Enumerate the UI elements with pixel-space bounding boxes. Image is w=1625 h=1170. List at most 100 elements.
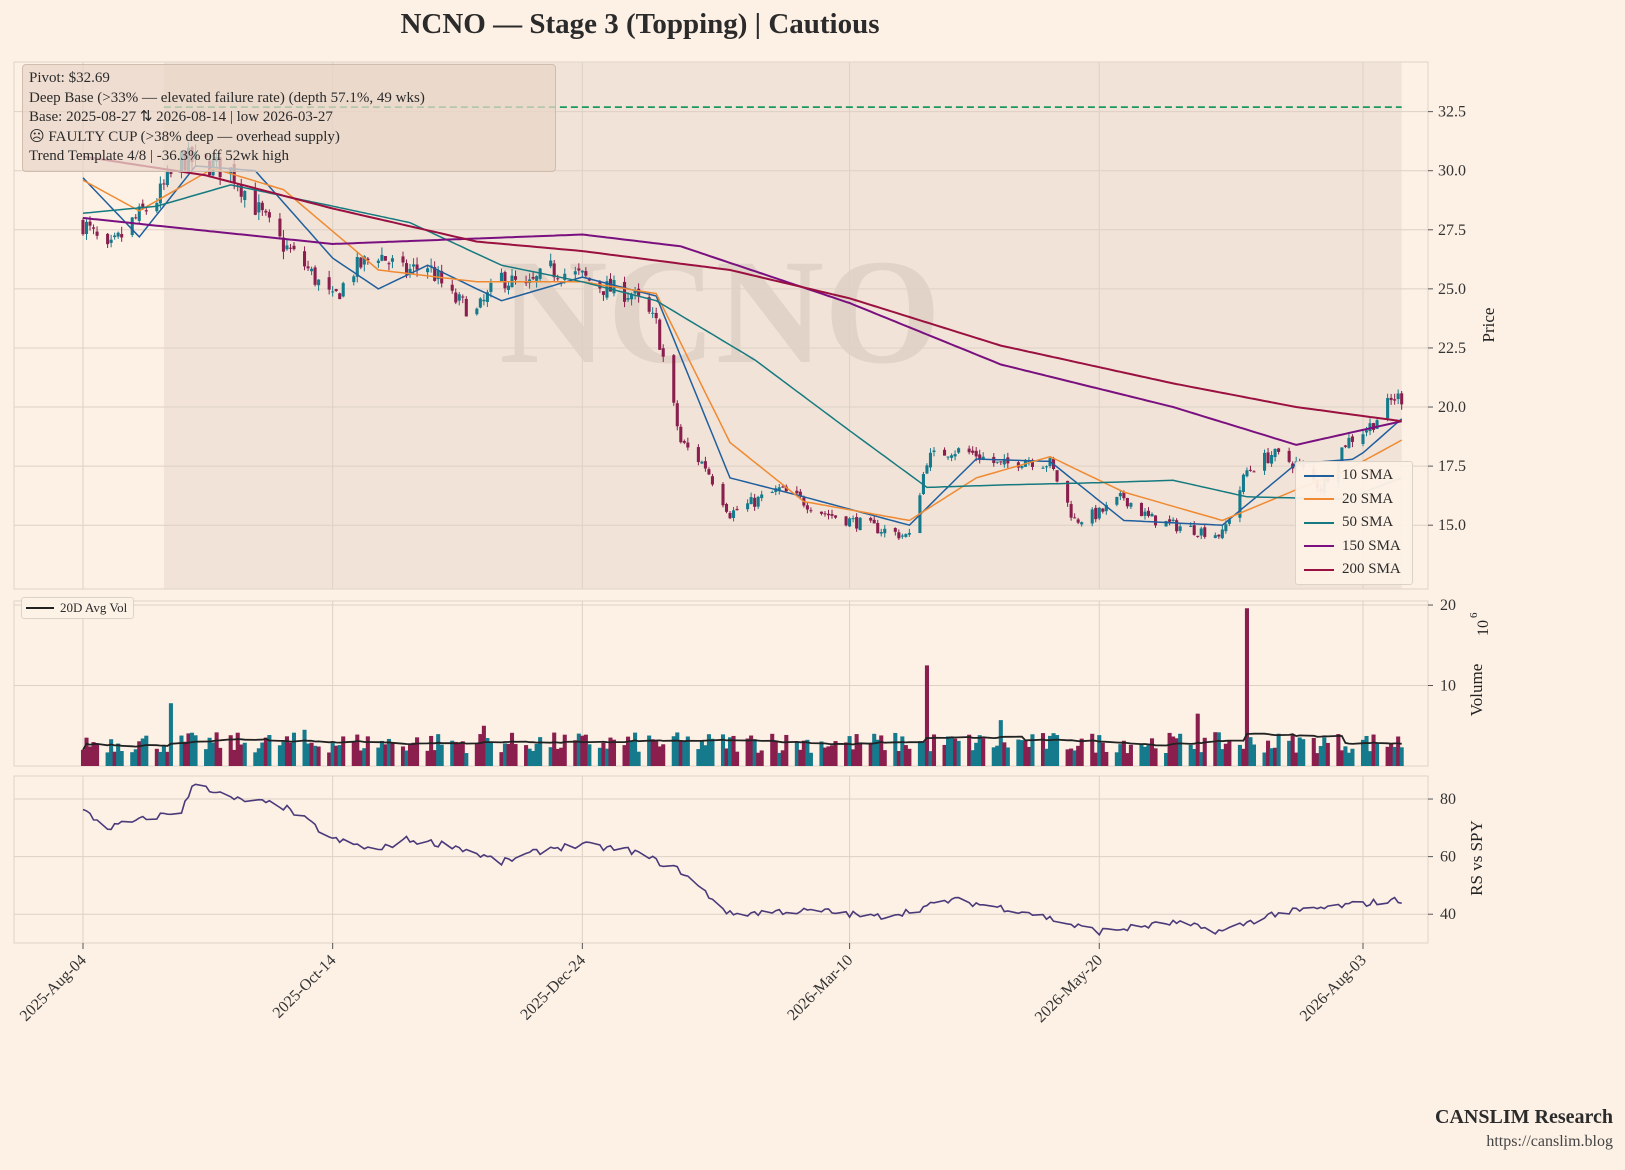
volume-bar xyxy=(949,736,954,766)
rs-line xyxy=(82,783,1402,937)
volume-bar xyxy=(879,735,884,766)
candle-body xyxy=(1115,496,1119,505)
volume-bar xyxy=(727,737,733,766)
candle-body xyxy=(577,268,581,271)
annotation-base-range: Base: 2025-08-27 ⇅ 2026-08-14 | low 2026… xyxy=(29,109,333,125)
candle-body xyxy=(288,247,293,249)
candle-body xyxy=(1287,450,1291,462)
candle-body xyxy=(1143,511,1147,516)
candle-body xyxy=(1076,519,1080,523)
candle-body xyxy=(92,227,96,229)
volume-bar xyxy=(650,739,655,766)
volume-bar xyxy=(80,749,86,766)
candle-body xyxy=(700,461,704,464)
volume-bar xyxy=(882,750,887,766)
candle-body xyxy=(770,492,774,494)
candle-body xyxy=(580,270,584,273)
candle-body xyxy=(1146,510,1151,516)
candle-body xyxy=(932,450,936,453)
candle-body xyxy=(974,450,978,457)
candle-body xyxy=(253,189,257,215)
volume-bar xyxy=(186,733,191,766)
volume-bar xyxy=(1227,741,1232,766)
candle-body xyxy=(303,251,307,267)
candle-body xyxy=(1168,519,1172,522)
volume-bar xyxy=(204,749,209,766)
candle-body xyxy=(721,483,725,506)
volume-bar xyxy=(724,748,729,766)
volume-bar xyxy=(900,736,905,766)
volume-bar xyxy=(253,752,258,766)
price-axis-label: Price xyxy=(1479,308,1498,343)
legend-item-50-sma: 50 SMA xyxy=(1296,511,1412,535)
price-tick-label: 30.0 xyxy=(1438,163,1466,180)
volume-bar xyxy=(1297,737,1302,766)
volume-bar xyxy=(967,734,972,766)
candle-body xyxy=(869,517,873,521)
volume-bar xyxy=(893,732,898,766)
volume-bar xyxy=(313,745,318,766)
volume-bar xyxy=(636,751,641,766)
volume-bar xyxy=(826,746,831,766)
volume-bar xyxy=(506,743,511,766)
volume-bar xyxy=(1290,734,1295,766)
candle-body xyxy=(1361,434,1365,444)
volume-bar xyxy=(109,739,114,766)
candle-body xyxy=(943,449,947,456)
volume-bar xyxy=(696,749,701,766)
volume-bar xyxy=(1241,748,1246,766)
volume-bar xyxy=(946,736,951,766)
volume-bar xyxy=(95,743,100,766)
candle-body xyxy=(260,202,264,211)
volume-bar xyxy=(527,748,532,766)
volume-bar xyxy=(611,739,617,766)
volume-bar xyxy=(179,735,184,766)
volume-bar xyxy=(232,749,237,766)
volume-bar xyxy=(411,742,416,766)
volume-bar xyxy=(429,735,434,766)
volume-bar xyxy=(1023,740,1028,766)
volume-bar xyxy=(917,741,922,766)
volume-bar xyxy=(1276,733,1281,766)
candle-body xyxy=(1389,397,1393,401)
volume-bar xyxy=(502,743,508,766)
candle-body xyxy=(450,284,454,291)
price-tick-label: 32.5 xyxy=(1438,104,1466,121)
candle-body xyxy=(848,518,852,527)
candle-body xyxy=(267,212,271,218)
volume-bar xyxy=(425,750,430,766)
volume-bar xyxy=(193,735,198,766)
volume-bar xyxy=(1104,751,1109,766)
volume-bar xyxy=(239,744,244,766)
volume-bar xyxy=(583,734,588,766)
volume-bar xyxy=(977,735,982,766)
candle-body xyxy=(675,403,679,427)
volume-bar xyxy=(931,734,937,766)
candle-body xyxy=(120,234,124,238)
volume-bar xyxy=(133,749,138,766)
volume-bar xyxy=(1174,738,1179,766)
price-tick-label: 22.5 xyxy=(1438,340,1466,357)
candle-body xyxy=(1171,519,1175,521)
candle-body xyxy=(1347,437,1351,448)
volume-bar xyxy=(130,752,135,766)
volume-legend: 20D Avg Vol xyxy=(21,597,135,619)
volume-bar xyxy=(1093,752,1098,766)
candle-body xyxy=(679,426,683,443)
candle-body xyxy=(464,298,468,317)
volume-bar xyxy=(531,750,536,766)
candle-body xyxy=(925,465,929,474)
candle-body xyxy=(1277,448,1281,452)
candle-body xyxy=(999,461,1003,463)
volume-bar xyxy=(478,734,483,766)
candle-body xyxy=(1041,467,1045,469)
volume-bar xyxy=(735,751,740,766)
candle-body xyxy=(1044,466,1049,468)
candle-body xyxy=(1192,525,1196,535)
candle-body xyxy=(1101,508,1105,512)
volume-bar xyxy=(1044,748,1049,766)
candle-body xyxy=(1217,534,1221,537)
volume-bar xyxy=(559,747,564,766)
candle-body xyxy=(724,504,729,512)
volume-bar xyxy=(488,742,493,766)
